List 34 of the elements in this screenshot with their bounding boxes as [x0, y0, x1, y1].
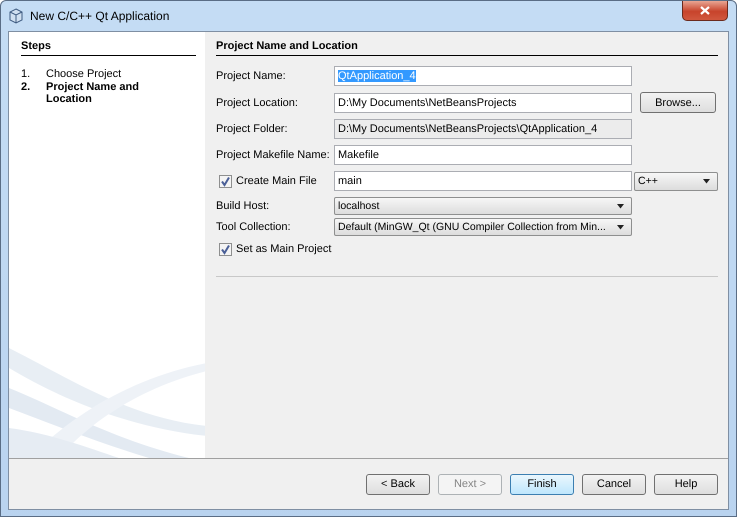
dialog-button[interactable]: Finish — [510, 474, 574, 494]
input-field[interactable]: D:\My Documents\NetBeansProjects — [334, 92, 632, 112]
input-field[interactable]: main — [334, 171, 632, 191]
step-number: 1. — [21, 68, 32, 80]
step-label: Choose Project — [46, 68, 122, 80]
field-label: Build Host: — [216, 200, 270, 212]
cube-icon — [8, 8, 24, 24]
caret-icon — [616, 204, 625, 208]
close-button[interactable] — [682, 1, 728, 21]
checkbox-label[interactable]: Set as Main Project — [236, 243, 332, 255]
close-icon — [700, 6, 710, 15]
section-heading: Project Name and Location — [216, 40, 718, 56]
dialog-button[interactable]: Cancel — [582, 474, 646, 494]
field-label: Project Name: — [216, 70, 287, 82]
field-label: Tool Collection: — [216, 221, 292, 233]
checkbox[interactable] — [219, 174, 232, 188]
dropdown[interactable]: Default (MinGW_Qt (GNU Compiler Collection from Min... — [334, 218, 632, 236]
checkbox[interactable] — [219, 242, 232, 256]
caret-icon — [616, 224, 625, 230]
checkbox-label[interactable]: Create Main File — [236, 175, 317, 187]
field-label: Project Folder: — [216, 123, 289, 135]
dialog-button[interactable]: Help — [654, 474, 718, 494]
dropdown[interactable]: localhost — [334, 197, 632, 215]
input-field[interactable]: Makefile — [334, 145, 632, 165]
browse-button[interactable]: Browse... — [640, 92, 716, 113]
steps-heading: Steps — [21, 40, 196, 56]
caret-icon — [702, 178, 711, 184]
dialog-button[interactable]: < Back — [366, 474, 430, 494]
step-label: Project Name and Location — [46, 81, 140, 105]
dropdown[interactable]: C++ — [634, 172, 718, 190]
field-label: Project Makefile Name: — [216, 149, 331, 161]
window-title: New C/C++ Qt Application — [30, 9, 170, 23]
step-number: 2. — [21, 81, 32, 95]
field-label: Project Location: — [216, 96, 299, 108]
